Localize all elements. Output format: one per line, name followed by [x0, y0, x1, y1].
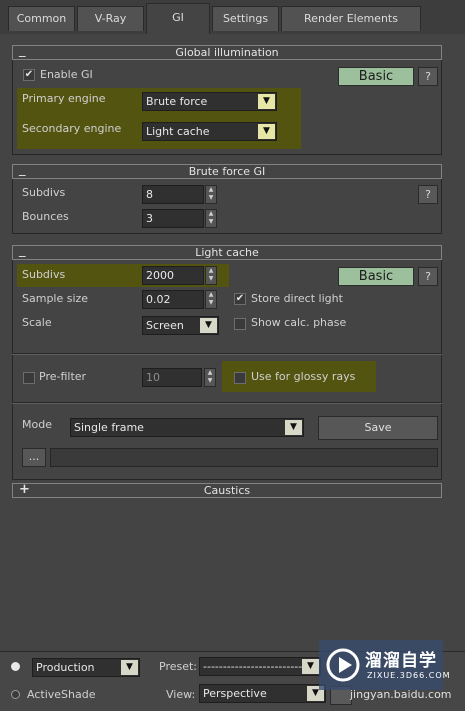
production-dropdown[interactable]: Production ▼ [32, 658, 140, 677]
activeshade-label: ActiveShade [27, 688, 96, 701]
brute-force-header-title: Brute force GI [188, 165, 266, 178]
chevron-down-icon: ▼ [258, 94, 275, 109]
caustics-header-title: Caustics [203, 484, 251, 497]
tab-vray[interactable]: V-Ray [77, 6, 144, 31]
lc-scale-value: Screen [146, 319, 184, 332]
lc-mode-value: Single frame [74, 421, 144, 434]
primary-engine-dropdown[interactable]: Brute force ▼ [142, 92, 277, 111]
bf-bounces-input[interactable]: 3 [142, 209, 204, 228]
use-glossy-rays-label: Use for glossy rays [251, 370, 356, 383]
gi-help-button[interactable]: ? [418, 67, 438, 86]
browse-file-button[interactable]: ... [22, 448, 46, 467]
lc-save-button[interactable]: Save [318, 416, 438, 440]
chevron-down-icon: ▼ [302, 659, 319, 674]
preset-dropdown[interactable]: -------------------------- ▼ [199, 657, 321, 676]
light-cache-header-title: Light cache [195, 246, 259, 259]
view-value: Perspective [203, 687, 267, 700]
secondary-engine-label: Secondary engine [22, 122, 122, 135]
view-dropdown[interactable]: Perspective ▼ [199, 684, 326, 703]
activeshade-radio[interactable] [11, 690, 20, 699]
chevron-down-icon: ▼ [200, 318, 217, 333]
lc-file-path-field[interactable] [50, 448, 438, 467]
lc-mode-dropdown[interactable]: Single frame ▼ [70, 418, 304, 437]
lc-sample-size-label: Sample size [22, 292, 89, 305]
chevron-down-icon: ▼ [285, 420, 302, 435]
bf-bounces-spinner[interactable]: ▲ ▼ [205, 209, 217, 228]
lc-subdivs-spinner[interactable]: ▲ ▼ [205, 266, 217, 285]
use-glossy-rays-checkbox[interactable] [234, 372, 246, 384]
lc-help-button[interactable]: ? [418, 267, 438, 286]
gi-rollout-header[interactable]: _ Global illumination [12, 43, 442, 60]
lc-sample-size-spinner[interactable]: ▲ ▼ [205, 290, 217, 309]
primary-engine-label: Primary engine [22, 92, 106, 105]
production-value: Production [36, 661, 95, 674]
production-radio[interactable] [11, 662, 20, 671]
caustics-rollout-header[interactable]: + Caustics [12, 483, 442, 498]
collapse-icon: _ [19, 43, 26, 58]
view-label: View: [166, 688, 196, 701]
lc-subdivs-input[interactable]: 2000 [142, 266, 204, 285]
gi-header-title: Global illumination [175, 46, 279, 59]
secondary-engine-dropdown[interactable]: Light cache ▼ [142, 122, 277, 141]
watermark-cn-text: 溜溜自学 [365, 651, 437, 671]
show-calc-phase-checkbox[interactable] [234, 318, 246, 330]
lc-sample-size-input[interactable]: 0.02 [142, 290, 204, 309]
chevron-down-icon: ▼ [258, 124, 275, 139]
gi-basic-mode-button[interactable]: Basic [338, 67, 414, 86]
primary-engine-value: Brute force [146, 95, 208, 108]
preset-value: -------------------------- [203, 660, 307, 673]
bf-subdivs-label: Subdivs [22, 186, 66, 199]
collapse-icon: _ [19, 243, 26, 258]
divider [12, 353, 442, 355]
pre-filter-checkbox[interactable] [23, 372, 35, 384]
pre-filter-spinner[interactable]: ▲ ▼ [204, 368, 216, 387]
bf-help-button[interactable]: ? [418, 185, 438, 204]
preset-label: Preset: [159, 660, 198, 673]
lc-scale-label: Scale [22, 316, 52, 329]
watermark-url-text: ZIXUE.3D66.COM [367, 671, 451, 680]
collapse-icon: _ [19, 162, 26, 177]
lc-mode-label: Mode [22, 418, 52, 431]
expand-icon: + [19, 482, 30, 497]
enable-gi-checkbox[interactable]: ✔ [23, 69, 35, 81]
store-direct-light-label: Store direct light [251, 292, 343, 305]
tab-render-elements[interactable]: Render Elements [281, 6, 421, 31]
lc-basic-mode-button[interactable]: Basic [338, 267, 414, 286]
lc-scale-dropdown[interactable]: Screen ▼ [142, 316, 219, 335]
tab-settings[interactable]: Settings [212, 6, 279, 31]
chevron-down-icon: ▼ [121, 660, 138, 675]
bf-bounces-label: Bounces [22, 210, 69, 223]
show-calc-phase-label: Show calc. phase [251, 316, 347, 329]
tab-gi[interactable]: GI [146, 3, 210, 34]
brute-force-rollout-body [12, 179, 442, 234]
check-icon: ✔ [24, 69, 34, 80]
brute-force-rollout-header[interactable]: _ Brute force GI [12, 162, 442, 179]
lc-subdivs-label: Subdivs [22, 268, 66, 281]
light-cache-rollout-header[interactable]: _ Light cache [12, 243, 442, 260]
bf-subdivs-spinner[interactable]: ▲ ▼ [205, 185, 217, 204]
pre-filter-input[interactable]: 10 [142, 368, 202, 387]
secondary-engine-value: Light cache [146, 125, 210, 138]
enable-gi-label: Enable GI [40, 68, 93, 81]
watermark-logo: 溜溜自学 ZIXUE.3D66.COM [319, 640, 450, 690]
store-direct-light-checkbox[interactable]: ✔ [234, 293, 246, 305]
tab-common[interactable]: Common [8, 6, 75, 31]
bf-subdivs-input[interactable]: 8 [142, 185, 204, 204]
tab-bar: Common V-Ray GI Settings Render Elements [0, 0, 465, 34]
divider [12, 402, 442, 404]
pre-filter-label: Pre-filter [39, 370, 87, 383]
check-icon: ✔ [235, 293, 245, 304]
